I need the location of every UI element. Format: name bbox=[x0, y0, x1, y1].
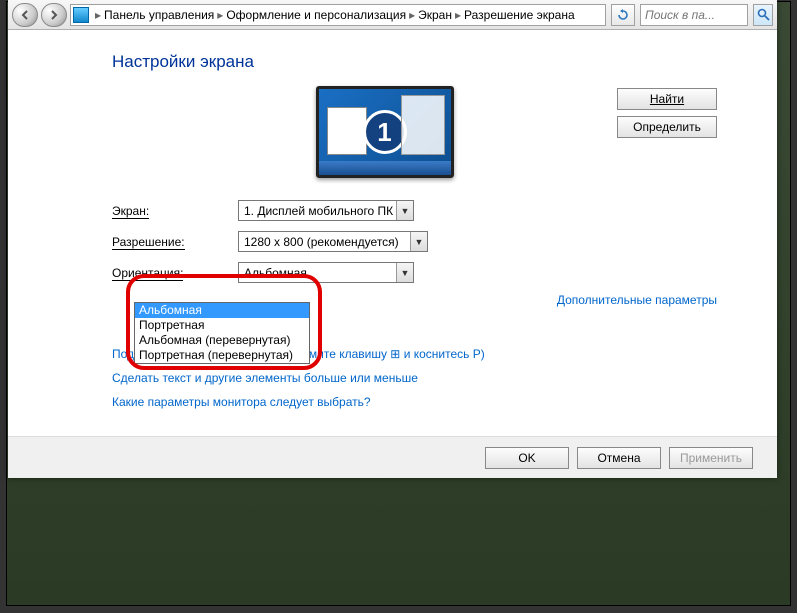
chevron-right-icon[interactable]: ▸ bbox=[407, 8, 417, 22]
control-panel-window: ▸ Панель управления ▸ Оформление и персо… bbox=[8, 0, 777, 478]
orientation-dropdown-list[interactable]: Альбомная Портретная Альбомная (переверн… bbox=[134, 302, 310, 364]
breadcrumb-item[interactable]: Экран bbox=[417, 8, 453, 22]
chevron-right-icon[interactable]: ▸ bbox=[453, 8, 463, 22]
breadcrumb-item[interactable]: Разрешение экрана bbox=[463, 8, 576, 22]
display-combo[interactable]: 1. Дисплей мобильного ПК ▼ bbox=[238, 200, 414, 221]
find-button[interactable]: Найти bbox=[617, 88, 717, 110]
ok-button[interactable]: OK bbox=[485, 447, 569, 469]
orientation-option[interactable]: Портретная (перевернутая) bbox=[135, 348, 309, 363]
control-panel-icon bbox=[73, 7, 89, 23]
breadcrumb[interactable]: ▸ Панель управления ▸ Оформление и персо… bbox=[70, 4, 606, 26]
apply-button: Применить bbox=[669, 447, 753, 469]
search-button[interactable] bbox=[753, 4, 773, 26]
which-settings-link[interactable]: Какие параметры монитора следует выбрать… bbox=[112, 395, 717, 409]
refresh-button[interactable] bbox=[611, 4, 635, 26]
orientation-combo[interactable]: Альбомная ▼ bbox=[238, 262, 414, 283]
orientation-option[interactable]: Альбомная bbox=[135, 303, 309, 318]
resolution-combo-value: 1280 x 800 (рекомендуется) bbox=[239, 235, 410, 249]
chevron-down-icon[interactable]: ▼ bbox=[410, 232, 427, 251]
button-bar: OK Отмена Применить bbox=[8, 436, 777, 478]
text-size-link[interactable]: Сделать текст и другие элементы больше и… bbox=[112, 371, 717, 385]
search-box[interactable] bbox=[640, 4, 748, 26]
orientation-combo-value: Альбомная bbox=[239, 266, 396, 280]
cancel-button[interactable]: Отмена bbox=[577, 447, 661, 469]
detect-button[interactable]: Определить bbox=[617, 116, 717, 138]
monitor-number: 1 bbox=[363, 110, 407, 154]
chevron-down-icon[interactable]: ▼ bbox=[396, 263, 413, 282]
advanced-settings-link[interactable]: Дополнительные параметры bbox=[557, 293, 717, 307]
toolbar: ▸ Панель управления ▸ Оформление и персо… bbox=[8, 0, 777, 30]
chevron-right-icon[interactable]: ▸ bbox=[215, 8, 225, 22]
resolution-label: Разрешение: bbox=[112, 235, 238, 249]
display-combo-value: 1. Дисплей мобильного ПК bbox=[239, 204, 396, 218]
chevron-right-icon[interactable]: ▸ bbox=[93, 8, 103, 22]
orientation-option[interactable]: Альбомная (перевернутая) bbox=[135, 333, 309, 348]
orientation-label: Ориентация: bbox=[112, 266, 238, 280]
display-label: Экран: bbox=[112, 204, 238, 218]
chevron-down-icon[interactable]: ▼ bbox=[396, 201, 413, 220]
forward-button[interactable] bbox=[41, 3, 67, 27]
orientation-option[interactable]: Портретная bbox=[135, 318, 309, 333]
page-title: Настройки экрана bbox=[112, 52, 717, 72]
breadcrumb-item[interactable]: Панель управления bbox=[103, 8, 215, 22]
monitor-thumbnail[interactable]: 1 bbox=[316, 86, 454, 178]
content-area: Настройки экрана 1 Найти Определить Экра… bbox=[8, 30, 777, 436]
breadcrumb-item[interactable]: Оформление и персонализация bbox=[225, 8, 407, 22]
resolution-combo[interactable]: 1280 x 800 (рекомендуется) ▼ bbox=[238, 231, 428, 252]
search-input[interactable] bbox=[645, 8, 743, 22]
display-preview[interactable]: 1 bbox=[112, 86, 617, 178]
back-button[interactable] bbox=[12, 3, 38, 27]
